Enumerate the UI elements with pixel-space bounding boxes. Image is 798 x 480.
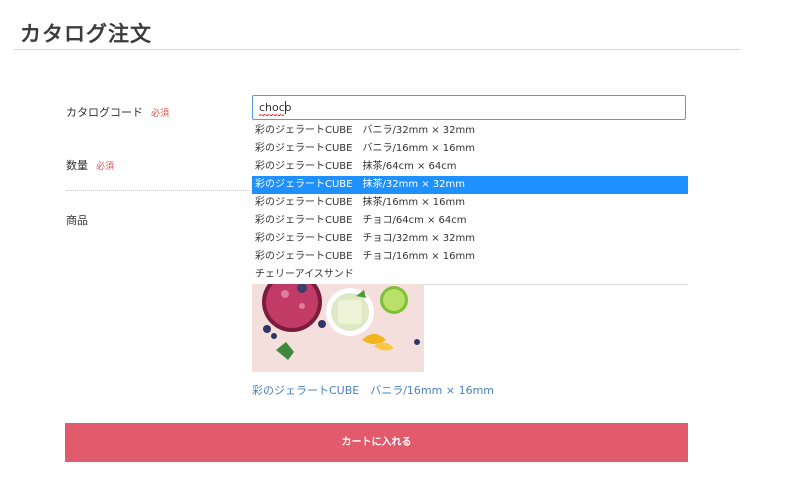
text-caret	[285, 101, 286, 114]
title-divider	[14, 49, 740, 50]
required-badge: 必須	[96, 161, 115, 172]
spellcheck-underline	[259, 114, 284, 116]
quantity-label-group: 数量 必須	[66, 157, 114, 173]
quantity-divider	[66, 190, 252, 191]
add-to-cart-button[interactable]: カートに入れる	[65, 423, 688, 462]
autocomplete-option[interactable]: 彩のジェラートCUBE 抹茶/64cm × 64cm	[252, 158, 688, 176]
catalog-code-label-group: カタログコード 必須	[66, 104, 169, 120]
catalog-code-label: カタログコード	[66, 106, 143, 119]
page-title: カタログ注文	[20, 22, 152, 46]
autocomplete-option[interactable]: 彩のジェラートCUBE チョコ/32mm × 32mm	[252, 230, 688, 248]
product-image	[252, 284, 424, 372]
product-label: 商品	[66, 214, 88, 227]
product-photo-illustration	[252, 284, 424, 372]
catalog-code-input[interactable]	[252, 95, 686, 120]
autocomplete-option[interactable]: 彩のジェラートCUBE バニラ/32mm × 32mm	[252, 122, 688, 140]
autocomplete-option[interactable]: 彩のジェラートCUBE チョコ/64cm × 64cm	[252, 212, 688, 230]
autocomplete-option[interactable]: 彩のジェラートCUBE 抹茶/32mm × 32mm	[252, 176, 688, 194]
product-name-link[interactable]: 彩のジェラートCUBE バニラ/16mm × 16mm	[252, 382, 494, 398]
quantity-label: 数量	[66, 159, 88, 172]
autocomplete-option[interactable]: 彩のジェラートCUBE バニラ/16mm × 16mm	[252, 140, 688, 158]
autocomplete-list: 彩のジェラートCUBE バニラ/32mm × 32mm 彩のジェラートCUBE バ…	[252, 122, 688, 285]
autocomplete-option[interactable]: チェリーアイスサンド	[252, 266, 688, 284]
autocomplete-option[interactable]: 彩のジェラートCUBE 抹茶/16mm × 16mm	[252, 194, 688, 212]
required-badge: 必須	[151, 108, 170, 119]
product-label-group: 商品	[66, 212, 88, 228]
autocomplete-option[interactable]: 彩のジェラートCUBE チョコ/16mm × 16mm	[252, 248, 688, 266]
